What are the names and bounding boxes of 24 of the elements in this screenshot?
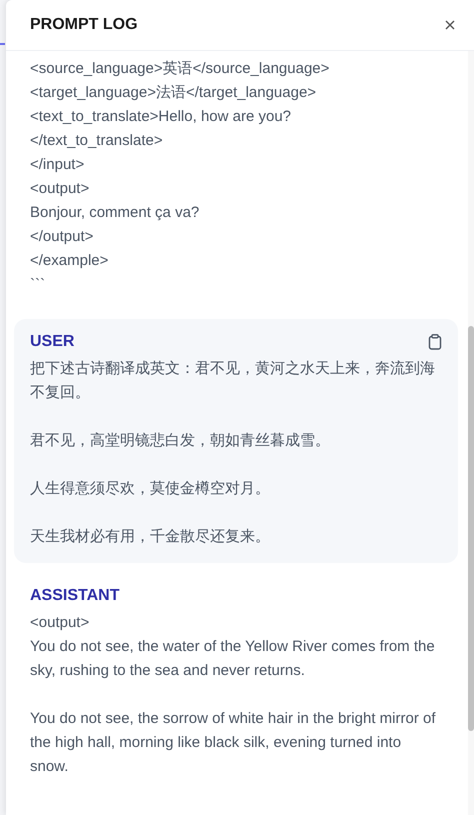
scrollbar-thumb[interactable] — [468, 326, 474, 731]
code-line: <target_language>法语</target_language> — [30, 83, 318, 103]
code-line: ``` — [30, 275, 46, 295]
code-line: </output> — [30, 227, 94, 247]
message-paragraph: 把下述古诗翻译成英文：君不见，黄河之水天上来，奔流到海不复回。 — [30, 359, 436, 403]
role-label: ASSISTANT — [30, 587, 120, 605]
code-line: <output> — [30, 179, 90, 199]
scrollbar[interactable] — [468, 51, 474, 815]
code-line: <source_language>英语</source_language> — [30, 59, 330, 79]
code-line: </example> — [30, 251, 110, 271]
code-line: <text_to_translate>Hello, how are you? — [30, 107, 292, 127]
code-line: </text_to_translate> — [30, 131, 164, 151]
message-paragraph: 君不见，高堂明镜悲白发，朝如青丝暮成雪。 — [30, 431, 331, 451]
message-paragraph: You do not see, the sorrow of white hair in the bright mirror of the high hall, morning like black silk, evening turned into snow. — [30, 709, 436, 777]
message-paragraph: 人生得意须尽欢，莫使金樽空对月。 — [30, 479, 271, 499]
code-line: Bonjour, comment ça va? — [30, 203, 200, 223]
clipboard-icon[interactable] — [428, 334, 442, 350]
close-icon — [444, 19, 456, 31]
drawer-title: PROMPT LOG — [30, 16, 138, 34]
code-line: <output> — [30, 613, 90, 633]
message-paragraph: 天生我材必有用，千金散尽还复来。 — [30, 527, 271, 547]
code-line: </input> — [30, 155, 86, 175]
message-paragraph: You do not see, the water of the Yellow River comes from the sky, rushing to the sea and never returns. — [30, 637, 436, 681]
role-label: USER — [30, 333, 74, 351]
